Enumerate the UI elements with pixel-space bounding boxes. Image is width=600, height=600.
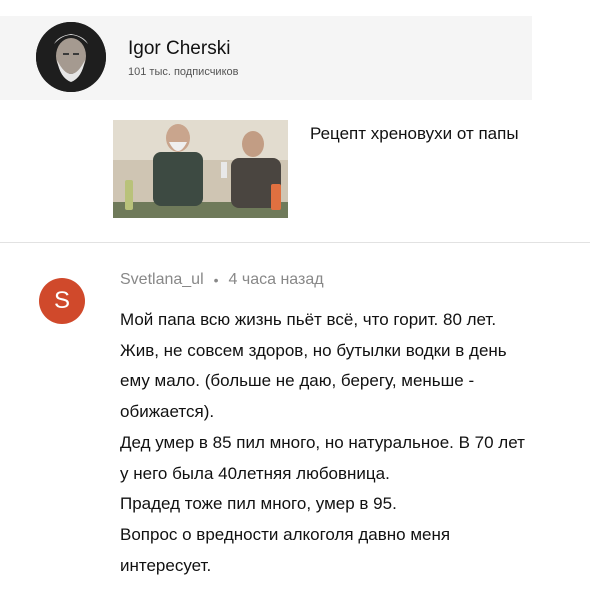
comment-author[interactable]: Svetlana_ul: [120, 271, 204, 289]
comment-line: ему мало. (больше не даю, берегу, меньше…: [120, 371, 475, 391]
comment-line: Дед умер в 85 пил много, но натуральное.…: [120, 432, 525, 452]
comment-line: обижается).: [120, 402, 215, 422]
meta-separator: •: [213, 272, 219, 288]
comment-line: у него была 40летняя любовница.: [120, 463, 390, 483]
comment-line: интересует.: [120, 555, 212, 575]
comment-timestamp[interactable]: 4 часа назад: [229, 271, 324, 289]
channel-name[interactable]: Igor Cherski: [128, 38, 230, 60]
video-title[interactable]: Рецепт хреновухи от папы: [310, 124, 519, 144]
comment-avatar[interactable]: S: [39, 278, 85, 324]
two-men-drinking-thumbnail-icon: [113, 120, 288, 218]
video-thumbnail[interactable]: [113, 120, 288, 218]
comment-line: Прадед тоже пил много, умер в 95.: [120, 494, 397, 514]
divider: [0, 242, 590, 243]
comment-line: Жив, не совсем здоров, но бутылки водки …: [120, 340, 507, 360]
comment-meta: Svetlana_ul • 4 часа назад: [120, 271, 324, 289]
channel-avatar[interactable]: [36, 22, 106, 92]
subscriber-count: 101 тыс. подписчиков: [128, 66, 239, 78]
comment-line: Мой папа всю жизнь пьёт всё, что горит. …: [120, 310, 497, 329]
comment-line: Вопрос о вредности алкоголя давно меня: [120, 524, 451, 544]
comment-body: Мой папа всю жизнь пьёт всё, что горит. …: [120, 305, 590, 581]
bearded-man-portrait-icon: [36, 22, 106, 92]
